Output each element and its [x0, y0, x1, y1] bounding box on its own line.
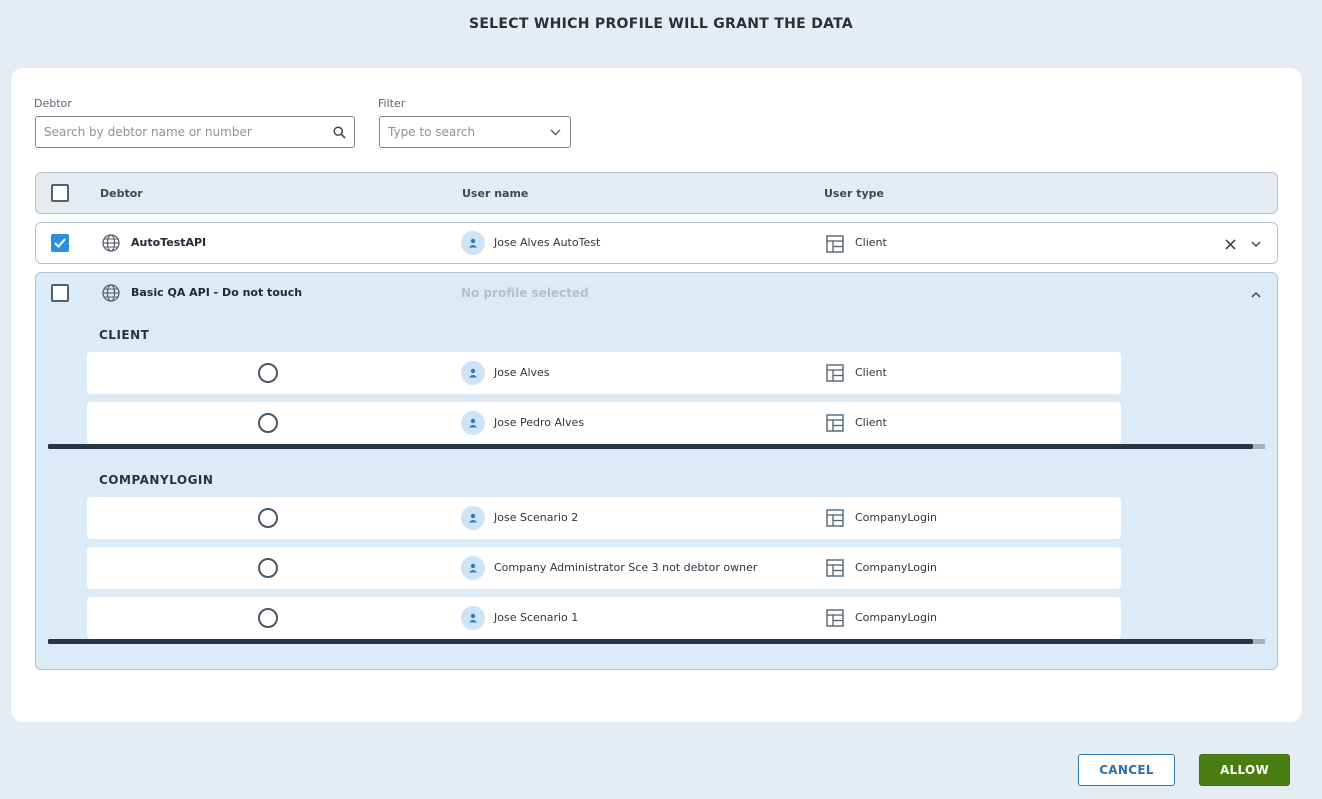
horizontal-scrollbar[interactable] — [48, 639, 1265, 644]
filter-label: Filter — [378, 97, 406, 110]
user-avatar-icon — [461, 231, 485, 255]
allow-button[interactable]: ALLOW — [1199, 754, 1290, 786]
row-checkbox[interactable] — [51, 284, 69, 302]
check-icon — [54, 238, 66, 248]
layout-icon — [826, 609, 844, 627]
debtor-label: Debtor — [34, 97, 72, 110]
scrollbar-thumb[interactable] — [48, 639, 1253, 644]
profile-radio[interactable] — [258, 413, 278, 433]
chevron-down-icon[interactable] — [548, 125, 562, 139]
layout-icon — [826, 364, 844, 382]
profile-radio[interactable] — [258, 558, 278, 578]
row-debtor-name: Basic QA API - Do not touch — [131, 286, 303, 299]
profile-option-row[interactable]: Jose Alves Client — [87, 352, 1121, 394]
globe-icon — [102, 234, 120, 252]
group-title-companylogin: COMPANYLOGIN — [99, 473, 214, 487]
option-user-type: CompanyLogin — [855, 561, 938, 574]
option-user-name: Company Administrator Sce 3 not debtor o… — [494, 561, 758, 574]
no-profile-text: No profile selected — [461, 286, 589, 300]
scrollbar-thumb[interactable] — [48, 444, 1253, 449]
row-user-type: Client — [855, 236, 887, 249]
horizontal-scrollbar[interactable] — [48, 444, 1265, 449]
layout-icon — [826, 235, 844, 253]
profile-option-row[interactable]: Jose Scenario 2 CompanyLogin — [87, 497, 1121, 539]
group-title-client: CLIENT — [99, 328, 150, 342]
option-user-type: Client — [855, 366, 887, 379]
profile-option-row[interactable]: Jose Pedro Alves Client — [87, 402, 1121, 444]
row-user-name: Jose Alves AutoTest — [494, 236, 601, 249]
cancel-button[interactable]: CANCEL — [1078, 754, 1175, 786]
user-avatar-icon — [461, 556, 485, 580]
layout-icon — [826, 414, 844, 432]
layout-icon — [826, 509, 844, 527]
table-header: Debtor User name User type — [35, 172, 1278, 214]
option-user-name: Jose Scenario 2 — [494, 511, 579, 524]
option-user-name: Jose Scenario 1 — [494, 611, 579, 624]
row-checkbox[interactable] — [51, 234, 69, 252]
table-row[interactable]: AutoTestAPI Jose Alves AutoTest Client — [35, 222, 1278, 264]
option-user-type: CompanyLogin — [855, 611, 938, 624]
select-all-checkbox[interactable] — [51, 184, 69, 202]
chevron-up-icon[interactable] — [1248, 286, 1264, 302]
profile-option-row[interactable]: Company Administrator Sce 3 not debtor o… — [87, 547, 1121, 589]
profile-option-row[interactable]: Jose Scenario 1 CompanyLogin — [87, 597, 1121, 639]
profile-radio[interactable] — [258, 363, 278, 383]
profile-radio[interactable] — [258, 608, 278, 628]
debtor-search-placeholder: Search by debtor name or number — [44, 125, 252, 139]
header-debtor: Debtor — [100, 187, 143, 200]
header-user-name: User name — [462, 187, 529, 200]
user-avatar-icon — [461, 506, 485, 530]
profile-radio[interactable] — [258, 508, 278, 528]
option-user-name: Jose Pedro Alves — [494, 416, 585, 429]
clear-selection-icon[interactable] — [1222, 236, 1238, 252]
user-avatar-icon — [461, 411, 485, 435]
user-avatar-icon — [461, 361, 485, 385]
header-user-type: User type — [824, 187, 884, 200]
row-debtor-name: AutoTestAPI — [131, 236, 207, 249]
option-user-type: Client — [855, 416, 887, 429]
filter-select[interactable]: Type to search — [379, 116, 571, 148]
table-row-expanded[interactable]: Basic QA API - Do not touch No profile s… — [35, 272, 1278, 670]
layout-icon — [826, 559, 844, 577]
page-title: SELECT WHICH PROFILE WILL GRANT THE DATA — [468, 16, 854, 32]
search-icon[interactable] — [332, 125, 346, 139]
user-avatar-icon — [461, 606, 485, 630]
chevron-down-icon[interactable] — [1248, 236, 1264, 252]
profile-card: Debtor Search by debtor name or number F… — [11, 68, 1302, 722]
globe-icon — [102, 284, 120, 302]
debtor-search-input[interactable]: Search by debtor name or number — [35, 116, 355, 148]
filter-placeholder: Type to search — [388, 125, 476, 139]
option-user-type: CompanyLogin — [855, 511, 938, 524]
option-user-name: Jose Alves — [494, 366, 550, 379]
